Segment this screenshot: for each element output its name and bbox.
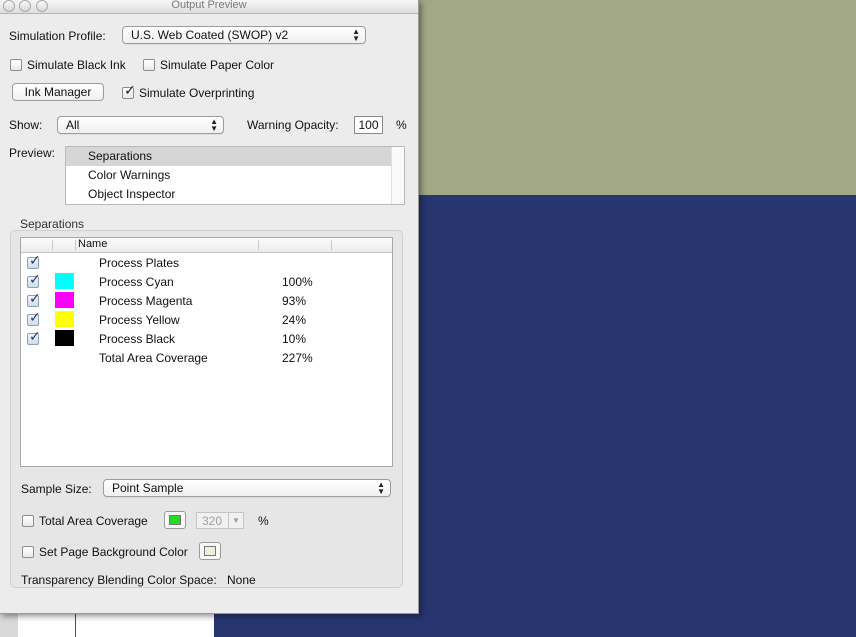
output-preview-panel: Output Preview Simulation Profile: U.S. … bbox=[0, 0, 419, 614]
warning-opacity-input[interactable]: 100 bbox=[354, 116, 383, 134]
preview-list-scrollbar[interactable] bbox=[391, 147, 404, 204]
process-cyan-checkbox[interactable]: ✓ bbox=[27, 271, 41, 288]
show-value: All bbox=[66, 118, 80, 132]
table-row[interactable]: ✓ Process Black 10% bbox=[21, 328, 392, 348]
separation-name: Process Black bbox=[99, 332, 176, 346]
column-divider bbox=[75, 240, 76, 250]
total-area-coverage-color-well[interactable] bbox=[164, 511, 186, 529]
set-page-background-checkbox[interactable] bbox=[22, 546, 34, 558]
preview-list[interactable]: Separations Color Warnings Object Inspec… bbox=[65, 146, 405, 205]
transparency-blending-label: Transparency Blending Color Space: bbox=[21, 573, 217, 587]
process-plates-checkbox[interactable]: ✓ bbox=[27, 252, 41, 269]
separation-name: Process Yellow bbox=[99, 313, 180, 327]
process-black-checkbox[interactable]: ✓ bbox=[27, 328, 41, 345]
window-title: Output Preview bbox=[171, 0, 247, 11]
checkmark-icon: ✓ bbox=[124, 82, 136, 98]
separation-value: 227% bbox=[282, 351, 313, 365]
checkmark-icon: ✓ bbox=[29, 328, 41, 344]
show-select[interactable]: All ▲ ▼ bbox=[57, 116, 224, 134]
document-page bbox=[18, 612, 214, 637]
process-magenta-checkbox[interactable]: ✓ bbox=[27, 290, 41, 307]
yellow-swatch bbox=[55, 311, 74, 327]
black-swatch bbox=[55, 330, 74, 346]
warning-opacity-unit: % bbox=[396, 118, 407, 132]
updown-arrows-icon: ▲ ▼ bbox=[210, 117, 218, 133]
cyan-swatch bbox=[55, 273, 74, 289]
column-divider bbox=[258, 240, 259, 250]
simulate-overprinting-label[interactable]: Simulate Overprinting bbox=[139, 86, 254, 100]
dropdown-arrow-icon: ▼ bbox=[228, 513, 243, 528]
separation-value: 100% bbox=[282, 275, 313, 289]
separation-name: Process Cyan bbox=[99, 275, 174, 289]
separation-value: 10% bbox=[282, 332, 307, 346]
warning-opacity-label: Warning Opacity: bbox=[247, 118, 339, 132]
simulation-profile-label: Simulation Profile: bbox=[9, 29, 106, 43]
updown-arrows-icon: ▲ ▼ bbox=[377, 480, 385, 496]
separation-value: 93% bbox=[282, 294, 307, 308]
separations-table[interactable]: Name ✓ Process Plates ✓ Process Cyan 100… bbox=[20, 237, 393, 467]
document-edge bbox=[0, 612, 18, 637]
ink-manager-button[interactable]: Ink Manager bbox=[12, 83, 104, 101]
process-yellow-checkbox[interactable]: ✓ bbox=[27, 309, 41, 326]
document-guide-line bbox=[75, 612, 76, 637]
separations-group-label: Separations bbox=[20, 217, 85, 231]
table-header: Name bbox=[21, 238, 392, 253]
magenta-swatch bbox=[55, 292, 74, 308]
preview-item-object-inspector[interactable]: Object Inspector bbox=[66, 185, 393, 204]
separation-name: Total Area Coverage bbox=[99, 351, 208, 365]
checkmark-icon: ✓ bbox=[29, 309, 41, 325]
preview-label: Preview: bbox=[9, 146, 56, 160]
checkmark-icon: ✓ bbox=[29, 252, 41, 268]
column-divider bbox=[331, 240, 332, 250]
simulate-paper-color-checkbox[interactable] bbox=[143, 59, 155, 71]
coverage-color-swatch bbox=[169, 515, 181, 525]
sample-size-label: Sample Size: bbox=[21, 482, 92, 496]
total-area-coverage-unit: % bbox=[258, 514, 269, 528]
table-row[interactable]: ✓ Process Yellow 24% bbox=[21, 309, 392, 329]
separation-name: Process Magenta bbox=[99, 294, 193, 308]
column-divider bbox=[52, 240, 53, 250]
set-page-background-label[interactable]: Set Page Background Color bbox=[39, 545, 188, 559]
panel-titlebar[interactable]: Output Preview bbox=[0, 0, 418, 14]
column-header-name[interactable]: Name bbox=[78, 238, 107, 250]
simulate-overprinting-checkbox[interactable]: ✓ bbox=[122, 82, 136, 99]
checkmark-icon: ✓ bbox=[29, 290, 41, 306]
table-row: Total Area Coverage 227% bbox=[21, 348, 392, 367]
table-row[interactable]: ✓ Process Plates bbox=[21, 252, 392, 272]
separation-value: 24% bbox=[282, 313, 307, 327]
sample-size-value: Point Sample bbox=[112, 481, 184, 495]
separation-name: Process Plates bbox=[99, 256, 180, 270]
sample-size-select[interactable]: Point Sample ▲ ▼ bbox=[103, 479, 391, 497]
preview-item-color-warnings[interactable]: Color Warnings bbox=[66, 166, 393, 185]
simulate-black-ink-label[interactable]: Simulate Black Ink bbox=[27, 58, 126, 72]
total-area-coverage-value: 320 bbox=[202, 514, 223, 528]
simulation-profile-select[interactable]: U.S. Web Coated (SWOP) v2 ▲ ▼ bbox=[122, 26, 366, 44]
preview-item-separations[interactable]: Separations bbox=[66, 147, 393, 166]
simulate-black-ink-checkbox[interactable] bbox=[10, 59, 22, 71]
total-area-coverage-checkbox[interactable] bbox=[22, 515, 34, 527]
transparency-blending-value: None bbox=[227, 573, 256, 587]
checkmark-icon: ✓ bbox=[29, 271, 41, 287]
total-area-coverage-label[interactable]: Total Area Coverage bbox=[39, 514, 148, 528]
table-row[interactable]: ✓ Process Magenta 93% bbox=[21, 290, 392, 310]
total-area-coverage-combo[interactable]: 320 ▼ bbox=[196, 512, 244, 529]
page-background-color-well[interactable] bbox=[199, 542, 221, 560]
simulate-paper-color-label[interactable]: Simulate Paper Color bbox=[160, 58, 274, 72]
table-row[interactable]: ✓ Process Cyan 100% bbox=[21, 271, 392, 291]
page-background-color-swatch bbox=[204, 546, 216, 556]
simulation-profile-value: U.S. Web Coated (SWOP) v2 bbox=[131, 28, 289, 42]
updown-arrows-icon: ▲ ▼ bbox=[352, 27, 360, 43]
show-label: Show: bbox=[9, 118, 43, 132]
